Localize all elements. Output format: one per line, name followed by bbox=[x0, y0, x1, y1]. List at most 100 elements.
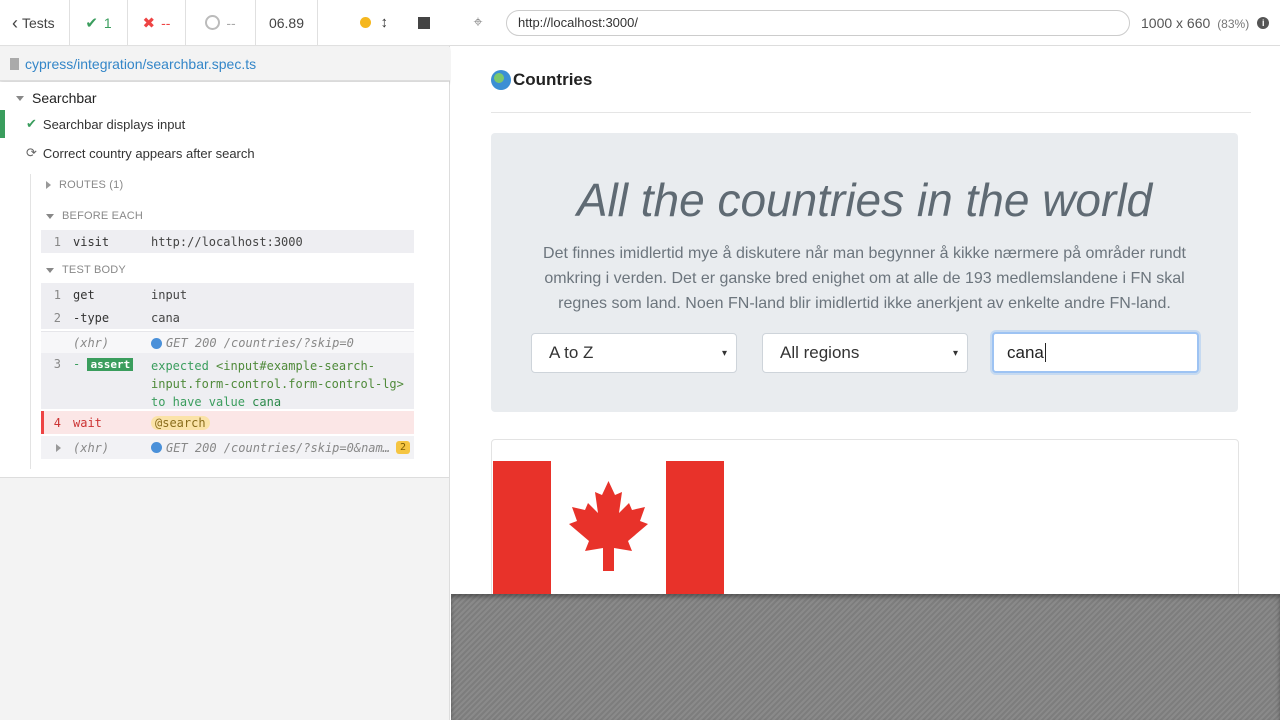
caret-down-icon bbox=[46, 267, 54, 273]
command-name: get bbox=[73, 287, 95, 302]
intro-text: Det finnes imidlertid mye å diskutere nå… bbox=[543, 245, 1186, 312]
command-assert[interactable]: 3 - assert expected <input#example-searc… bbox=[41, 353, 414, 409]
command-get[interactable]: 1 get input bbox=[41, 283, 414, 306]
suite-label: Searchbar bbox=[32, 90, 97, 106]
assert-message: expected <input#example-search-input.for… bbox=[151, 357, 413, 411]
sort-select-value: A to Z bbox=[549, 343, 594, 362]
caret-right-icon bbox=[56, 443, 61, 452]
app-navbar: Countries bbox=[491, 47, 1251, 113]
count-badge: 2 bbox=[395, 441, 410, 454]
aut-header: ⌖ http://localhost:3000/ 1000 x 660 (83%… bbox=[450, 0, 1280, 46]
command-expand bbox=[41, 441, 73, 455]
x-icon: ✖ bbox=[142, 14, 156, 32]
brand-link[interactable]: Countries bbox=[513, 70, 592, 90]
passed-count[interactable]: ✔ 1 bbox=[70, 0, 128, 45]
text-cursor bbox=[1044, 343, 1046, 362]
test-item-running[interactable]: ⟳ Correct country appears after search bbox=[0, 139, 449, 167]
stop-icon[interactable] bbox=[418, 16, 430, 29]
command-message: input bbox=[151, 287, 188, 302]
reporter-stats-bar: ‹ Tests ✔ 1 ✖ -- -- 06.89 ↕ bbox=[0, 0, 450, 46]
duration: 06.89 bbox=[256, 0, 318, 45]
assert-badge: assert bbox=[87, 358, 134, 371]
alias-badge: @search bbox=[151, 415, 210, 430]
test-title: Correct country appears after search bbox=[42, 145, 255, 161]
command-name: wait bbox=[73, 415, 102, 430]
command-name: (xhr) bbox=[73, 440, 110, 455]
command-type[interactable]: 2 -type cana bbox=[41, 306, 414, 329]
spinner-icon: ⟳ bbox=[26, 145, 37, 160]
test-reporter: ‹ Tests ✔ 1 ✖ -- -- 06.89 ↕ cypress/inte… bbox=[0, 0, 450, 720]
command-name: - assert bbox=[73, 357, 151, 371]
before-each-label: BEFORE EACH bbox=[62, 210, 144, 222]
spec-path-link[interactable]: cypress/integration/searchbar.spec.ts bbox=[25, 56, 256, 72]
command-message: GET 200 /countries/?skip=0 bbox=[166, 336, 354, 350]
xhr-dot-icon bbox=[151, 337, 162, 349]
command-message: cana bbox=[151, 310, 180, 325]
assert-value: cana bbox=[252, 395, 282, 409]
command-wait[interactable]: 4 wait @search bbox=[41, 411, 414, 434]
tree-line bbox=[30, 174, 31, 469]
viewport-info[interactable]: 1000 x 660 (83%) bbox=[1141, 15, 1249, 31]
region-select[interactable]: All regions ▾ bbox=[762, 333, 968, 373]
check-icon: ✔ bbox=[26, 116, 37, 131]
chevron-left-icon: ‹ bbox=[12, 12, 18, 33]
selector-playground-icon[interactable]: ⌖ bbox=[450, 14, 506, 32]
command-message: http://localhost:3000 bbox=[151, 234, 303, 249]
command-visit[interactable]: 1 visit http://localhost:3000 bbox=[41, 230, 414, 253]
jumbotron: All the countries in the world Det finne… bbox=[491, 133, 1238, 412]
test-item-passed[interactable]: ✔ Searchbar displays input bbox=[0, 110, 449, 138]
pending-count[interactable]: -- bbox=[186, 0, 256, 45]
command-name: (xhr) bbox=[73, 336, 110, 350]
assert-dash: - bbox=[73, 357, 81, 371]
flag-svg bbox=[493, 461, 724, 594]
test-title: Searchbar displays input bbox=[42, 116, 186, 132]
country-card[interactable] bbox=[491, 439, 1239, 594]
run-controls: ↕ bbox=[318, 0, 450, 45]
auto-scroll-icon[interactable]: ↕ bbox=[381, 14, 389, 31]
pass-indicator bbox=[0, 110, 5, 138]
running-indicator-icon bbox=[359, 17, 371, 28]
globe-icon bbox=[491, 69, 511, 90]
tests-back-button[interactable]: ‹ Tests bbox=[0, 0, 70, 45]
viewport-size: 1000 x 660 bbox=[1141, 14, 1211, 31]
failed-count[interactable]: ✖ -- bbox=[128, 0, 186, 45]
runnable-list: Searchbar ✔ Searchbar displays input ⟳ C… bbox=[0, 82, 449, 478]
command-number: 2 bbox=[53, 310, 61, 325]
command-number: 3 bbox=[53, 357, 61, 371]
command-name: -type bbox=[73, 310, 110, 325]
assert-expected: expected bbox=[151, 359, 209, 373]
suite-title[interactable]: Searchbar bbox=[0, 86, 449, 110]
check-icon: ✔ bbox=[85, 14, 98, 32]
passed-value: 1 bbox=[103, 14, 112, 31]
sort-select[interactable]: A to Z ▾ bbox=[531, 333, 737, 373]
viewport-scale: (83%) bbox=[1217, 16, 1250, 31]
chevron-down-icon: ▾ bbox=[721, 348, 727, 359]
file-icon bbox=[10, 57, 19, 70]
test-body-header[interactable]: TEST BODY bbox=[46, 264, 126, 276]
command-message: GET 200 /countries/?skip=0&nam… bbox=[166, 440, 390, 455]
tests-label: Tests bbox=[22, 14, 55, 31]
canada-flag-image bbox=[493, 461, 724, 594]
viewport-overflow-area bbox=[451, 594, 1280, 720]
command-xhr[interactable]: (xhr) GET 200 /countries/?skip=0 bbox=[41, 331, 414, 354]
search-input-value: cana bbox=[1007, 342, 1044, 362]
search-input[interactable]: cana bbox=[992, 332, 1199, 373]
region-select-value: All regions bbox=[780, 343, 860, 362]
app-under-test: Countries All the countries in the world… bbox=[451, 47, 1280, 594]
routes-header[interactable]: ROUTES (1) bbox=[46, 179, 123, 191]
command-xhr[interactable]: (xhr) GET 200 /countries/?skip=0&nam… 2 bbox=[41, 436, 414, 459]
info-icon[interactable]: i bbox=[1257, 16, 1270, 29]
chevron-down-icon: ▾ bbox=[952, 348, 958, 359]
caret-down-icon bbox=[16, 95, 24, 101]
before-each-header[interactable]: BEFORE EACH bbox=[46, 210, 143, 222]
xhr-dot-icon bbox=[151, 442, 162, 453]
command-number: 1 bbox=[53, 234, 61, 249]
routes-label: ROUTES (1) bbox=[59, 179, 124, 191]
failed-value: -- bbox=[161, 14, 171, 31]
test-body-label: TEST BODY bbox=[62, 264, 126, 276]
command-name: visit bbox=[73, 234, 110, 249]
url-bar[interactable]: http://localhost:3000/ bbox=[506, 9, 1130, 36]
caret-down-icon bbox=[46, 213, 54, 219]
page-title: All the countries in the world bbox=[576, 174, 1153, 226]
url-text: http://localhost:3000/ bbox=[518, 15, 638, 30]
